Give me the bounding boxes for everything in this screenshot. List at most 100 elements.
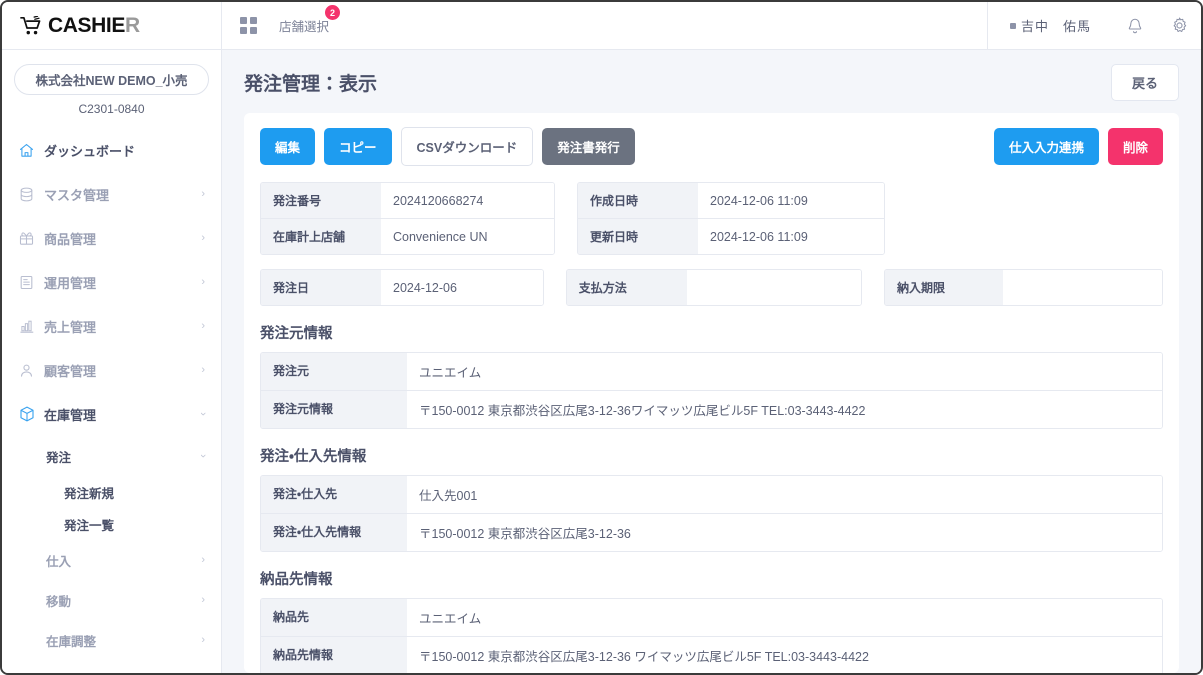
sidebar-item-transfer[interactable]: 移動 › xyxy=(2,580,221,620)
csv-download-button[interactable]: CSVダウンロード xyxy=(401,127,534,166)
field-grid-row1: 発注番号 2024120668274 在庫計上店舗 Convenience UN… xyxy=(260,182,1163,255)
home-icon xyxy=(18,142,44,159)
field-value-delivery-info: 〒150-0012 東京都渋谷区広尾3-12-36 ワイマッツ広尾ビル5F TE… xyxy=(407,637,1162,673)
chevron-down-icon: › xyxy=(197,454,209,458)
payment-method-table: 支払方法 xyxy=(566,269,862,306)
delete-button[interactable]: 削除 xyxy=(1108,128,1163,165)
field-row-order-number: 発注番号 2024120668274 xyxy=(261,183,554,219)
sidebar-item-customers[interactable]: 顧客管理 › xyxy=(2,348,221,392)
sidebar-item-products[interactable]: 商品管理 › xyxy=(2,216,221,260)
sidebar-item-stock-adjust[interactable]: 在庫調整 › xyxy=(2,620,221,660)
sidebar-item-inventory[interactable]: 在庫管理 › xyxy=(2,392,221,436)
sidebar-item-label: 発注 xyxy=(46,447,201,466)
table-row: 発注元 ユニエイム xyxy=(261,353,1162,391)
back-button[interactable]: 戻る xyxy=(1111,64,1179,101)
main-content: 発注管理：表示 戻る 編集 コピー CSVダウンロード 発注書発行 仕入入力連携… xyxy=(222,50,1201,673)
document-icon xyxy=(18,274,44,291)
chevron-right-icon: › xyxy=(201,554,205,566)
action-toolbar: 編集 コピー CSVダウンロード 発注書発行 仕入入力連携 削除 xyxy=(260,127,1163,166)
copy-button[interactable]: コピー xyxy=(324,128,392,165)
field-label: 在庫計上店舗 xyxy=(261,219,381,254)
sidebar-item-label: 売上管理 xyxy=(44,317,201,336)
brand-name-light: R xyxy=(125,14,140,37)
store-selector[interactable]: 店舗選択 2 xyxy=(240,16,329,35)
field-value-order-date: 2024-12-06 xyxy=(381,270,543,305)
sidebar-item-sales[interactable]: 売上管理 › xyxy=(2,304,221,348)
supplier-table: 発注・仕入先 仕入先001 発注・仕入先情報 〒150-0012 東京都渋谷区広… xyxy=(260,475,1163,552)
field-label: 支払方法 xyxy=(567,270,687,305)
field-value-supplier-name: 仕入先001 xyxy=(407,476,1162,513)
order-detail-card: 編集 コピー CSVダウンロード 発注書発行 仕入入力連携 削除 発注番号 20… xyxy=(244,113,1179,673)
field-value-created-at: 2024-12-06 11:09 xyxy=(698,183,884,218)
table-row: 発注・仕入先情報 〒150-0012 東京都渋谷区広尾3-12-36 xyxy=(261,514,1162,551)
body: 株式会社NEW DEMO_小売 C2301-0840 ダッシュボード マスタ管理… xyxy=(2,50,1201,673)
user-name: 吉中 佑馬 xyxy=(1021,16,1091,35)
sidebar-item-label: 商品管理 xyxy=(44,229,201,248)
field-label: 作成日時 xyxy=(578,183,698,218)
field-row-stock-store: 在庫計上店舗 Convenience UN xyxy=(261,219,554,254)
field-label: 発注元情報 xyxy=(261,391,407,428)
user-status-icon xyxy=(1010,23,1016,29)
field-value-supplier-info: 〒150-0012 東京都渋谷区広尾3-12-36 xyxy=(407,514,1162,551)
field-value-delivery-name: ユニエイム xyxy=(407,599,1162,636)
brand-text: CASHIER xyxy=(48,14,140,38)
field-value-orderer-info: 〒150-0012 東京都渋谷区広尾3-12-36ワイマッツ広尾ビル5F TEL… xyxy=(407,391,1162,428)
notifications-button[interactable] xyxy=(1113,2,1157,49)
grid-icon xyxy=(240,17,257,34)
field-label: 発注・仕入先情報 xyxy=(261,514,407,551)
table-row: 納品先情報 〒150-0012 東京都渋谷区広尾3-12-36 ワイマッツ広尾ビ… xyxy=(261,637,1162,673)
chevron-right-icon: › xyxy=(201,188,205,200)
settings-button[interactable] xyxy=(1157,2,1201,49)
sidebar-item-order-list[interactable]: 発注一覧 xyxy=(2,508,221,540)
field-value-updated-at: 2024-12-06 11:09 xyxy=(698,219,884,254)
sidebar: 株式会社NEW DEMO_小売 C2301-0840 ダッシュボード マスタ管理… xyxy=(2,50,222,673)
field-row-order-date: 発注日 2024-12-06 xyxy=(261,270,543,305)
field-label: 更新日時 xyxy=(578,219,698,254)
company-code: C2301-0840 xyxy=(2,102,221,116)
field-label: 発注・仕入先 xyxy=(261,476,407,513)
sidebar-item-stocktaking[interactable]: 棚卸 › xyxy=(2,660,221,673)
company-name-chip: 株式会社NEW DEMO_小売 xyxy=(14,64,209,95)
field-value-stock-store: Convenience UN xyxy=(381,219,554,254)
field-value-order-number: 2024120668274 xyxy=(381,183,554,218)
topbar-right: 吉中 佑馬 xyxy=(987,2,1201,49)
table-row: 納品先 ユニエイム xyxy=(261,599,1162,637)
sidebar-item-label: マスタ管理 xyxy=(44,185,201,204)
gift-icon xyxy=(18,230,44,247)
user-menu[interactable]: 吉中 佑馬 xyxy=(987,2,1113,49)
chevron-right-icon: › xyxy=(201,364,205,376)
orderer-table: 発注元 ユニエイム 発注元情報 〒150-0012 東京都渋谷区広尾3-12-3… xyxy=(260,352,1163,429)
sidebar-item-purchase[interactable]: 仕入 › xyxy=(2,540,221,580)
section-title-delivery: 納品先情報 xyxy=(260,568,1163,589)
chevron-right-icon: › xyxy=(201,232,205,244)
sidebar-item-label: 棚卸 xyxy=(46,671,201,674)
field-label: 発注元 xyxy=(261,353,407,390)
section-title-orderer: 発注元情報 xyxy=(260,322,1163,343)
field-value-payment-method xyxy=(687,270,861,305)
sidebar-item-label: 移動 xyxy=(46,591,201,610)
sidebar-item-label: ダッシュボード xyxy=(44,141,205,160)
sidebar-item-order[interactable]: 発注 › xyxy=(2,436,221,476)
sidebar-item-order-new[interactable]: 発注新規 xyxy=(2,476,221,508)
table-row: 発注・仕入先 仕入先001 xyxy=(261,476,1162,514)
delivery-table: 納品先 ユニエイム 納品先情報 〒150-0012 東京都渋谷区広尾3-12-3… xyxy=(260,598,1163,673)
field-label: 納入期限 xyxy=(885,270,1003,305)
sidebar-item-label: 在庫管理 xyxy=(44,405,201,424)
field-label: 発注日 xyxy=(261,270,381,305)
sidebar-item-operations[interactable]: 運用管理 › xyxy=(2,260,221,304)
brand-logo[interactable]: CASHIER xyxy=(2,2,222,49)
store-selector-badge: 2 xyxy=(325,5,340,20)
purchase-link-button[interactable]: 仕入入力連携 xyxy=(994,128,1099,165)
timestamps-table: 作成日時 2024-12-06 11:09 更新日時 2024-12-06 11… xyxy=(577,182,885,255)
edit-button[interactable]: 編集 xyxy=(260,128,315,165)
field-row-delivery-deadline: 納入期限 xyxy=(885,270,1162,305)
sidebar-item-master[interactable]: マスタ管理 › xyxy=(2,172,221,216)
bar-chart-icon xyxy=(18,318,44,335)
bell-icon xyxy=(1126,17,1144,35)
field-value-orderer-name: ユニエイム xyxy=(407,353,1162,390)
sidebar-item-label: 発注新規 xyxy=(64,483,205,502)
field-row-created-at: 作成日時 2024-12-06 11:09 xyxy=(578,183,884,219)
sidebar-item-dashboard[interactable]: ダッシュボード xyxy=(2,128,221,172)
issue-order-button[interactable]: 発注書発行 xyxy=(542,128,635,165)
chevron-right-icon: › xyxy=(201,634,205,646)
